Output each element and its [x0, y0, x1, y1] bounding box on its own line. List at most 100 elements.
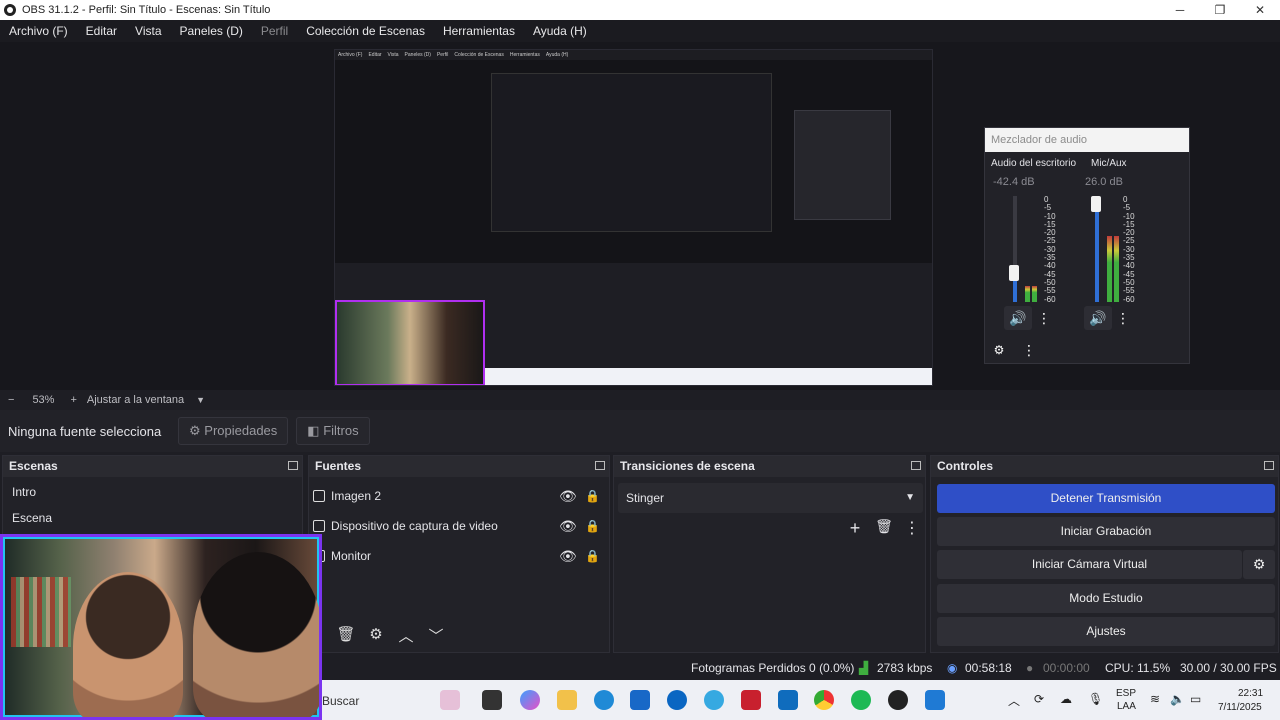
app-icon[interactable] — [704, 690, 724, 710]
settings-button[interactable]: Ajustes — [937, 617, 1275, 646]
advanced-audio-icon[interactable]: ⚙ — [985, 338, 1013, 362]
scale-tick: -60 — [1123, 294, 1135, 304]
studio-mode-button[interactable]: Modo Estudio — [937, 584, 1275, 613]
menu-ayuda[interactable]: Ayuda (H) — [524, 24, 596, 38]
transitions-title: Transiciones de escena — [620, 459, 755, 473]
clock-time[interactable]: 22:31 — [1238, 688, 1263, 699]
mixer-menu-button[interactable]: ⋮ — [1015, 338, 1043, 362]
desktop-menu-button[interactable]: ⋮ — [1030, 306, 1058, 330]
virtual-cam-button[interactable]: Iniciar Cámara Virtual — [937, 550, 1242, 579]
hp-icon[interactable] — [667, 690, 687, 710]
float-icon[interactable] — [595, 461, 605, 470]
close-button[interactable]: ✕ — [1240, 0, 1280, 20]
image-icon — [313, 490, 325, 502]
fader-desktop-handle[interactable] — [1009, 265, 1019, 281]
float-icon[interactable] — [1264, 461, 1274, 470]
start-recording-button[interactable]: Iniciar Grabación — [937, 517, 1275, 546]
menu-vista[interactable]: Vista — [126, 24, 170, 38]
menu-paneles[interactable]: Paneles (D) — [171, 24, 252, 38]
mcafee-icon[interactable] — [741, 690, 761, 710]
controls-dock: Controles Detener Transmisión Iniciar Gr… — [930, 455, 1279, 653]
more-icon[interactable]: ⋮ — [898, 518, 926, 539]
minimize-button[interactable]: ─ — [1160, 0, 1200, 20]
battery-icon[interactable]: ▭ — [1190, 692, 1201, 706]
taskview-icon[interactable] — [482, 690, 502, 710]
fader-mic-handle[interactable] — [1091, 196, 1101, 212]
properties-button[interactable]: ⚙ Propiedades — [178, 417, 289, 445]
zoom-bar: − 53% + Ajustar a la ventana ▼ — [0, 390, 1280, 410]
chevron-up-icon[interactable]: ︿ — [391, 625, 421, 646]
menu-archivo[interactable]: Archivo (F) — [0, 24, 77, 38]
sync-icon[interactable]: ⟳ — [1034, 692, 1044, 706]
source-item-capture[interactable]: Dispositivo de captura de video 👁 🔒 — [309, 511, 609, 541]
spotify-icon[interactable] — [851, 690, 871, 710]
scenes-title: Escenas — [9, 459, 58, 473]
lang-label[interactable]: ESP — [1116, 688, 1136, 699]
eye-icon[interactable]: 👁 — [559, 488, 577, 505]
nested-menu: Archivo (F) Editar Vista Paneles (D) Perfil C… — [335, 50, 932, 60]
widget-icon[interactable] — [440, 690, 460, 710]
outlook-icon[interactable] — [778, 690, 798, 710]
stop-stream-button[interactable]: Detener Transmisión — [937, 484, 1275, 513]
filters-button[interactable]: ◧ Filtros — [296, 417, 370, 445]
trash-icon[interactable]: 🗑 — [870, 518, 898, 539]
webcam-overlay — [0, 534, 322, 720]
zoom-in-button[interactable]: + — [70, 394, 76, 406]
mic-menu-button[interactable]: ⋮ — [1109, 306, 1137, 330]
float-icon[interactable] — [288, 461, 298, 470]
menu-coleccion[interactable]: Colección de Escenas — [297, 24, 434, 38]
lock-icon[interactable]: 🔒 — [585, 519, 600, 533]
lock-icon[interactable]: 🔒 — [585, 489, 600, 503]
wifi-icon[interactable]: ≋ — [1150, 692, 1160, 706]
eye-icon[interactable]: 👁 — [559, 548, 577, 565]
trash-icon[interactable]: 🗑 — [331, 625, 361, 646]
meter-mic — [1091, 196, 1123, 302]
meter-scale-mic: 0 -5 -10 -15 -20 -25 -30 -35 -40 -45 -50 -55 -60 — [1123, 195, 1135, 304]
menu-perfil[interactable]: Perfil — [252, 24, 297, 38]
zoom-value: 53% — [32, 394, 55, 406]
lock-icon[interactable]: 🔒 — [585, 549, 600, 563]
source-item-imagen2[interactable]: Imagen 2 👁 🔒 — [309, 481, 609, 511]
scene-item-escena[interactable]: Escena — [3, 505, 302, 531]
gear-icon[interactable]: ⚙ — [1243, 550, 1275, 579]
fit-window-label[interactable]: Ajustar a la ventana — [87, 394, 184, 406]
store-icon[interactable] — [630, 690, 650, 710]
channel-mic-db: 26.0 dB — [1085, 176, 1123, 188]
chrome-icon[interactable] — [814, 690, 834, 710]
chevron-down-icon: ▼ — [905, 492, 915, 503]
stream-icon: ◉ — [947, 661, 958, 675]
mic-icon[interactable]: 🎙 — [1088, 692, 1103, 706]
chevron-down-icon[interactable]: ﹀ — [421, 625, 451, 646]
lang-label-2[interactable]: LAA — [1117, 701, 1136, 712]
folder-icon[interactable] — [557, 690, 577, 710]
sources-dock: Fuentes Imagen 2 👁 🔒 Dispositivo de captur… — [308, 455, 610, 653]
app2-icon[interactable] — [925, 690, 945, 710]
fps: 30.00 / 30.00 FPS — [1180, 661, 1277, 675]
transition-select[interactable]: Stinger ▼ — [618, 483, 923, 513]
obs-icon[interactable] — [888, 690, 908, 710]
record-icon: ● — [1026, 661, 1034, 675]
menu-herramientas[interactable]: Herramientas — [434, 24, 524, 38]
menu-editar[interactable]: Editar — [77, 24, 126, 38]
audio-mixer: Mezclador de audio Audio del escritorio … — [984, 127, 1190, 364]
taskbar-search[interactable]: Buscar — [322, 694, 359, 708]
clock-date[interactable]: 7/11/2025 — [1218, 702, 1262, 713]
nested-taskbar — [485, 368, 932, 385]
mute-desktop-button[interactable]: 🔊 — [1004, 306, 1032, 330]
gear-icon[interactable]: ⚙ — [361, 625, 391, 646]
chevron-up-icon[interactable]: ︿ — [1008, 692, 1020, 709]
copilot-icon[interactable] — [520, 690, 540, 710]
scene-item-intro[interactable]: Intro — [3, 479, 302, 505]
chevron-down-icon[interactable]: ▼ — [196, 395, 205, 405]
eye-icon[interactable]: 👁 — [559, 518, 577, 535]
speaker-icon[interactable]: 🔈 — [1170, 692, 1185, 706]
maximize-button[interactable]: ❐ — [1200, 0, 1240, 20]
zoom-out-button[interactable]: − — [8, 394, 14, 406]
filter-icon: ◧ — [307, 423, 324, 438]
edge-icon[interactable] — [594, 690, 614, 710]
cloud-icon[interactable]: ☁ — [1060, 692, 1072, 706]
mute-mic-button[interactable]: 🔊 — [1084, 306, 1112, 330]
add-icon[interactable]: + — [840, 518, 870, 539]
source-item-monitor[interactable]: Monitor 👁 🔒 — [309, 541, 609, 571]
float-icon[interactable] — [911, 461, 921, 470]
